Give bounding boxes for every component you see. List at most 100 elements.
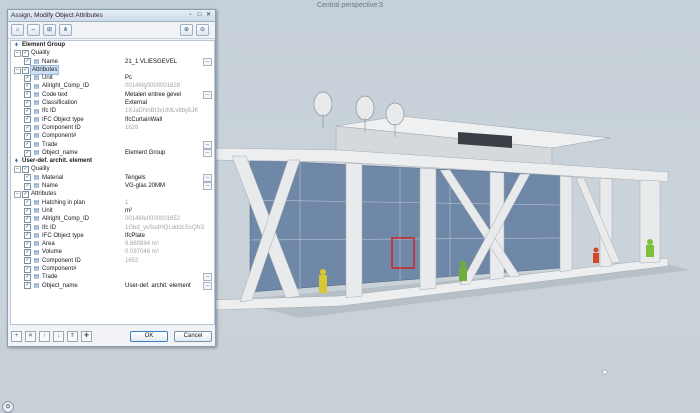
attribute-value[interactable]: VG-glas 20MM	[125, 182, 205, 190]
attribute-row[interactable]: ✓ ▤ Trade...	[11, 140, 214, 149]
collapse-all-icon[interactable]: ⊖	[196, 24, 209, 36]
attribute-checkbox[interactable]: ✓	[24, 240, 31, 248]
ellipsis-button[interactable]: ...	[203, 57, 212, 66]
attribute-value[interactable]: 21_1 VLIESGEVEL	[125, 58, 205, 66]
move-down-icon[interactable]: ↓	[53, 330, 64, 342]
attribute-value[interactable]: Metalen entree gevel	[125, 91, 205, 99]
new-attribute-icon[interactable]: ✚	[81, 330, 92, 342]
delete-attribute-icon[interactable]: ✕	[25, 330, 36, 342]
attribute-checkbox[interactable]: ✓	[24, 199, 31, 207]
add-attribute-icon[interactable]: +	[11, 330, 22, 342]
attribute-checkbox[interactable]: ✓	[24, 83, 31, 91]
favorite-save-icon[interactable]: ⇔	[27, 24, 40, 36]
attribute-row[interactable]: ✓ ▤ Ifc ID 1Gbd_yvSsdHQLdddcSsQN3	[11, 224, 214, 232]
ellipsis-button[interactable]: ...	[203, 149, 212, 157]
attribute-row[interactable]: ✓ ▤ IFC Object type IfcCurtainWall	[11, 116, 214, 124]
attribute-checkbox[interactable]: ✓	[24, 74, 31, 82]
tree-section-row[interactable]: − ✓ Quality	[11, 165, 214, 174]
attribute-row[interactable]: ✓ ▤ Component ID 1628	[11, 124, 214, 132]
attribute-row[interactable]: ✓ ▤ Name 21_1 VLIESGEVEL...	[11, 57, 214, 66]
attribute-row[interactable]: ✓ ▤ Component#	[11, 265, 214, 273]
attribute-row[interactable]: ✓ ▤ Hatching in plan 1	[11, 199, 214, 207]
section-checkbox[interactable]: ✓	[22, 190, 29, 198]
attribute-row[interactable]: ✓ ▤ Component ID 1652	[11, 257, 214, 265]
tree-section-row[interactable]: − ✓ Quality	[11, 49, 214, 57]
ellipsis-button[interactable]: ...	[203, 281, 212, 290]
attribute-checkbox[interactable]: ✓	[24, 124, 31, 132]
attribute-checkbox[interactable]: ✓	[24, 141, 31, 149]
ellipsis-button[interactable]: ...	[203, 90, 212, 99]
collapse-icon[interactable]: −	[14, 190, 21, 198]
attribute-row[interactable]: ✓ ▤ Object_name Element Group...	[11, 149, 214, 157]
attribute-checkbox[interactable]: ✓	[24, 132, 31, 140]
attribute-row[interactable]: ✓ ▤ Name VG-glas 20MM...	[11, 182, 214, 191]
tree-section-row[interactable]: − ✓ Attributes	[11, 64, 214, 76]
attribute-row[interactable]: ✓ ▤ Trade...	[11, 273, 214, 282]
attribute-value[interactable]: m²	[125, 207, 205, 215]
collapse-icon[interactable]: −	[14, 166, 21, 174]
attribute-checkbox[interactable]: ✓	[24, 282, 31, 290]
attribute-checkbox[interactable]: ✓	[24, 249, 31, 257]
attribute-checkbox[interactable]: ✓	[24, 91, 31, 99]
attribute-checkbox[interactable]: ✓	[24, 116, 31, 124]
attribute-row[interactable]: ✓ ▤ Unit Pc	[11, 74, 214, 82]
attribute-checkbox[interactable]: ✓	[24, 99, 31, 107]
attribute-value[interactable]: Tengels	[125, 174, 205, 182]
attribute-row[interactable]: ✓ ▤ Classification External	[11, 99, 214, 107]
tree-group-row[interactable]: ⬧ Element Group	[11, 41, 214, 49]
move-up-icon[interactable]: ↑	[39, 330, 50, 342]
attribute-checkbox[interactable]: ✓	[24, 149, 31, 157]
cancel-button[interactable]: Cancel	[174, 330, 212, 342]
attribute-row[interactable]: ✓ ▤ Object_name User-def. archit. element..…	[11, 281, 214, 290]
favorite-open-icon[interactable]: ⌂	[11, 24, 24, 36]
attribute-checkbox[interactable]: ✓	[24, 273, 31, 281]
attribute-checkbox[interactable]: ✓	[24, 108, 31, 116]
attribute-checkbox[interactable]: ✓	[24, 215, 31, 223]
attribute-checkbox[interactable]: ✓	[24, 182, 31, 190]
attribute-checkbox[interactable]: ✓	[24, 257, 31, 265]
expand-all-icon[interactable]: ⊕	[180, 24, 193, 36]
tree-group-row[interactable]: ⬧ User-def. archit. element	[11, 157, 214, 165]
attribute-row[interactable]: ✓ ▤ Material Tengels...	[11, 173, 214, 182]
attribute-row[interactable]: ✓ ▤ Area 9.860884 m²	[11, 240, 214, 248]
ellipsis-button[interactable]: ...	[203, 273, 212, 282]
ellipsis-button[interactable]: ...	[203, 173, 212, 182]
ellipsis-button[interactable]: ...	[203, 140, 212, 149]
minimize-icon[interactable]: ▫	[187, 12, 194, 19]
attribute-row[interactable]: ✓ ▤ Volume 0.097046 m³	[11, 248, 214, 257]
attribute-value[interactable]: Element Group	[125, 149, 205, 157]
attribute-row[interactable]: ✓ ▤ Unit m²	[11, 207, 214, 215]
attribute-row[interactable]: ✓ ▤ IFC Object type IfcPlate	[11, 232, 214, 240]
attribute-value[interactable]: IfcCurtainWall	[125, 116, 205, 124]
attribute-checkbox[interactable]: ✓	[24, 232, 31, 240]
attribute-value[interactable]: External	[125, 99, 205, 107]
attribute-row[interactable]: ✓ ▤ Component#	[11, 132, 214, 140]
section-checkbox[interactable]: ✓	[22, 66, 29, 74]
attribute-value[interactable]: User-def. archit. element	[125, 282, 205, 290]
attribute-value[interactable]: Pc	[125, 74, 205, 82]
coordinate-toggle-icon[interactable]: ⊙	[2, 401, 14, 413]
attribute-checkbox[interactable]: ✓	[24, 58, 31, 66]
maximize-icon[interactable]: □	[196, 12, 203, 19]
close-icon[interactable]: ✕	[205, 12, 212, 19]
attribute-checkbox[interactable]: ✓	[24, 265, 31, 273]
filter-icon[interactable]: ⋔	[59, 24, 72, 36]
section-checkbox[interactable]: ✓	[22, 49, 29, 57]
attribute-row[interactable]: ✓ ▤ Allright_Comp_ID 00146fg0000001628	[11, 82, 214, 91]
collapse-icon[interactable]: −	[14, 66, 21, 74]
attribute-tree[interactable]: ⬧ Element Group − ✓ Quality ✓ ▤ Name 21_1 VLIESG…	[10, 40, 215, 325]
move-top-icon[interactable]: ⇑	[67, 330, 78, 342]
ok-button[interactable]: OK	[130, 330, 168, 342]
attribute-value[interactable]: IfcPlate	[125, 232, 205, 240]
tree-section-row[interactable]: − ✓ Attributes	[11, 190, 214, 198]
attribute-checkbox[interactable]: ✓	[24, 207, 31, 215]
ellipsis-button[interactable]: ...	[203, 182, 212, 191]
collapse-icon[interactable]: −	[14, 49, 21, 57]
attribute-row[interactable]: ✓ ▤ Ifc ID 1XJaDNnBt3xUMLv8by5JK	[11, 107, 214, 116]
attribute-row[interactable]: ✓ ▤ Code text Metalen entree gevel...	[11, 90, 214, 99]
attribute-checkbox[interactable]: ✓	[24, 224, 31, 232]
attribute-checkbox[interactable]: ✓	[24, 174, 31, 182]
attribute-row[interactable]: ✓ ▤ Allright_Comp_ID 00146fe0000001652	[11, 215, 214, 223]
section-checkbox[interactable]: ✓	[22, 166, 29, 174]
dialog-titlebar[interactable]: Assign, Modify Object Attributes ▫ □ ✕	[8, 10, 215, 22]
